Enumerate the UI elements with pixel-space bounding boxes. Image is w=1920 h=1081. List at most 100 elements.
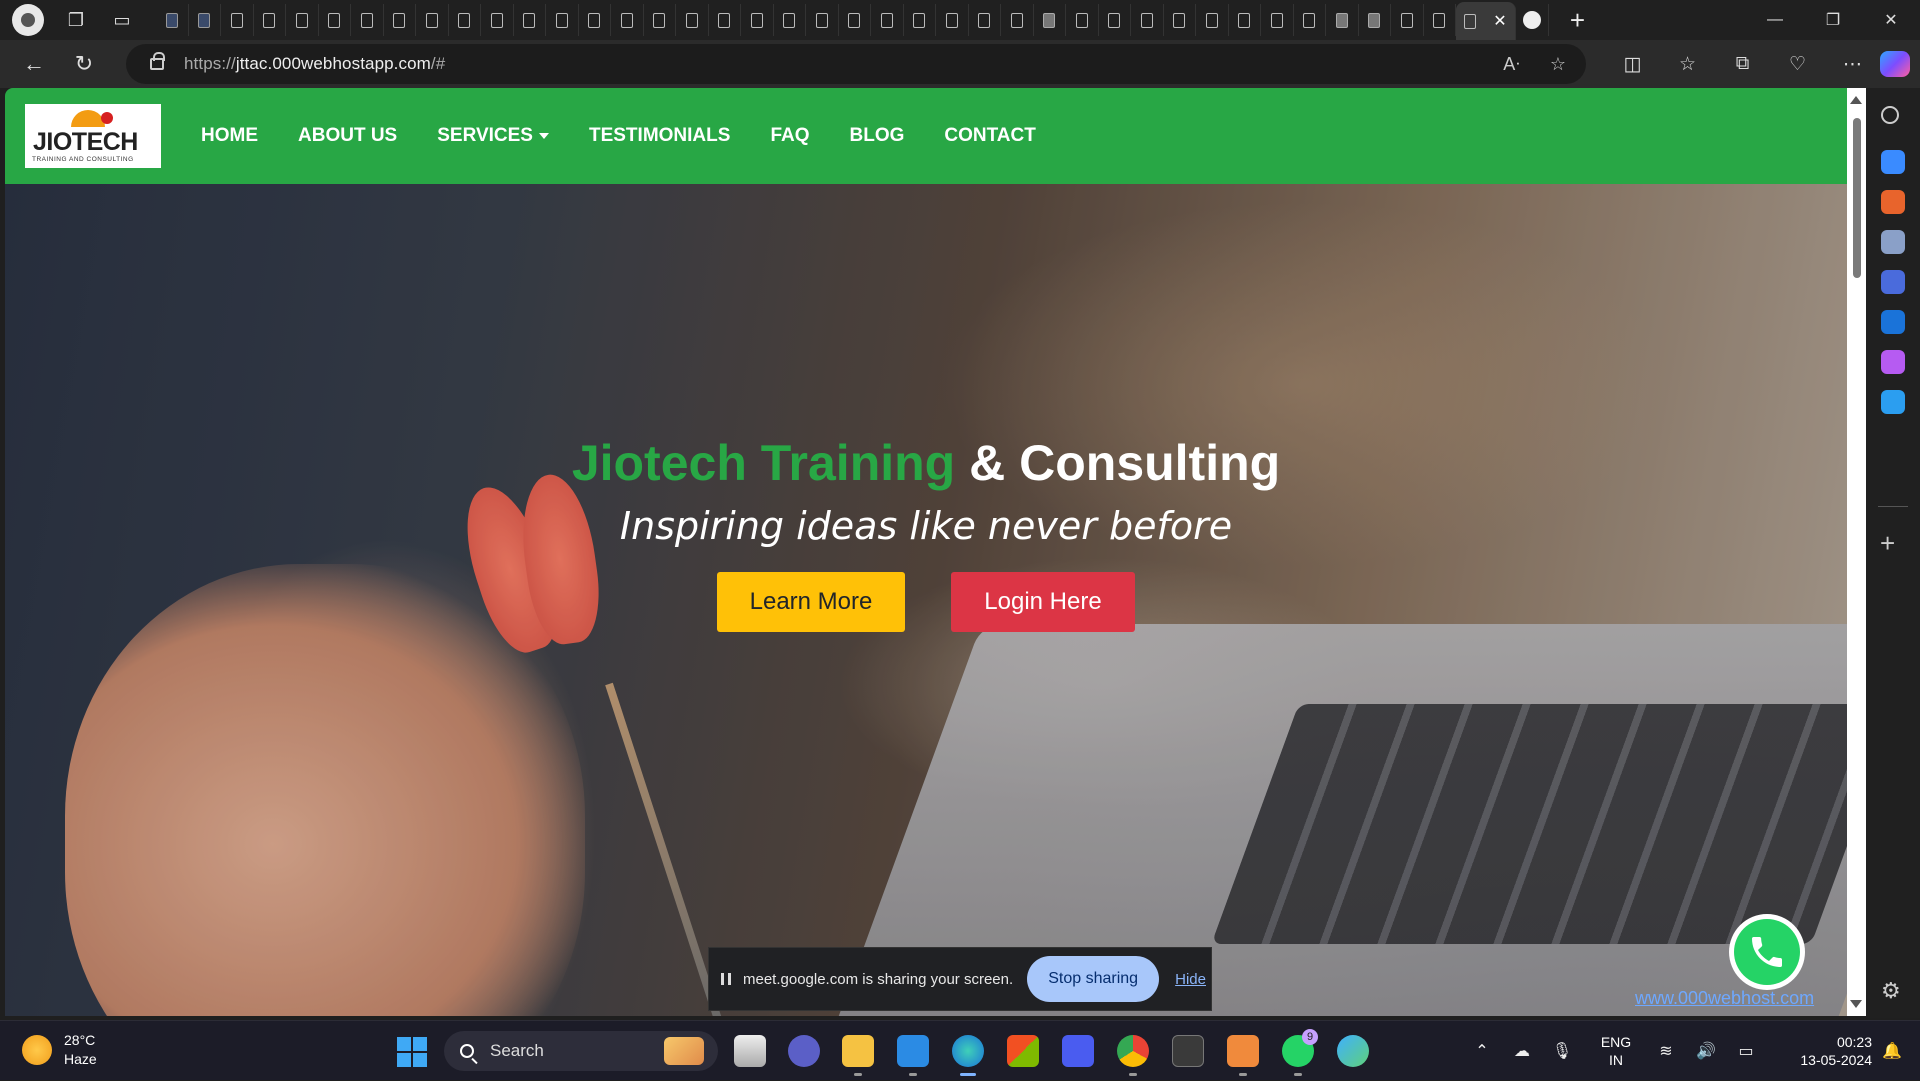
browser-tab[interactable] xyxy=(1326,4,1359,36)
menu-blog[interactable]: BLOG xyxy=(830,125,925,147)
browser-tab[interactable] xyxy=(319,4,351,36)
browser-tab[interactable] xyxy=(384,4,416,36)
start-button[interactable] xyxy=(397,1037,427,1067)
edge-icon[interactable] xyxy=(952,1035,984,1076)
active-browser-tab[interactable]: ✕ xyxy=(1456,2,1516,40)
site-logo[interactable]: JIOTECH TRAINING AND CONSULTING xyxy=(25,104,161,168)
close-window-button[interactable]: ✕ xyxy=(1862,0,1920,40)
github-tab[interactable] xyxy=(1516,4,1549,36)
browser-essentials-icon[interactable]: ♡ xyxy=(1770,53,1825,76)
browser-tab[interactable] xyxy=(579,4,611,36)
favorite-star-icon[interactable]: ☆ xyxy=(1550,54,1566,75)
tools-icon[interactable] xyxy=(1881,190,1905,214)
hide-link[interactable]: Hide xyxy=(1175,971,1206,988)
paint-icon[interactable] xyxy=(1337,1035,1369,1067)
learn-more-button[interactable]: Learn More xyxy=(717,572,905,632)
login-here-button[interactable]: Login Here xyxy=(951,572,1135,632)
stop-sharing-button[interactable]: Stop sharing xyxy=(1027,956,1160,1002)
xampp-icon[interactable] xyxy=(1227,1035,1259,1076)
browser-tab[interactable] xyxy=(904,4,936,36)
favorites-icon[interactable]: ☆ xyxy=(1660,53,1715,76)
onedrive-icon[interactable]: ☁ xyxy=(1502,1041,1542,1061)
copilot-icon[interactable] xyxy=(1880,51,1910,77)
refresh-button[interactable]: ↻ xyxy=(64,44,104,84)
search-icon[interactable] xyxy=(1881,106,1899,124)
browser-tab[interactable] xyxy=(1261,4,1294,36)
browser-tab[interactable] xyxy=(546,4,579,36)
browser-tab[interactable] xyxy=(1066,4,1099,36)
browser-tab[interactable] xyxy=(1034,4,1066,36)
menu-testimonials[interactable]: TESTIMONIALS xyxy=(569,125,750,147)
browser-tab[interactable] xyxy=(839,4,871,36)
profile-icon[interactable] xyxy=(12,4,44,36)
file-explorer-icon[interactable] xyxy=(842,1035,874,1076)
command-prompt-icon[interactable] xyxy=(1172,1035,1204,1067)
page-scrollbar[interactable] xyxy=(1847,88,1866,1016)
battery-icon[interactable]: ▭ xyxy=(1726,1041,1766,1061)
browser-tab[interactable] xyxy=(156,4,189,36)
minimize-button[interactable]: — xyxy=(1746,0,1804,40)
clock[interactable]: 00:23 13-05-2024 xyxy=(1792,1033,1872,1069)
browser-tab[interactable] xyxy=(351,4,384,36)
language-indicator[interactable]: ENG IN xyxy=(1586,1033,1646,1069)
browser-tab[interactable] xyxy=(644,4,676,36)
browser-tab[interactable] xyxy=(1391,4,1424,36)
scroll-up-arrow[interactable] xyxy=(1850,96,1862,104)
weather-widget[interactable]: 28°C Haze xyxy=(22,1031,97,1069)
tab-actions-icon[interactable]: ▭ xyxy=(108,6,136,34)
meet-icon[interactable] xyxy=(788,1035,820,1067)
url-field[interactable]: https://jttac.000webhostapp.com/# Aᐧ ☆ xyxy=(126,44,1586,84)
new-tab-button[interactable]: + xyxy=(1563,5,1593,36)
browser-tab[interactable] xyxy=(871,4,904,36)
browser-tab[interactable] xyxy=(1131,4,1164,36)
browser-tab[interactable] xyxy=(1001,4,1034,36)
browser-tab[interactable] xyxy=(1294,4,1326,36)
menu-faq[interactable]: FAQ xyxy=(750,125,829,147)
notification-bell-icon[interactable]: 🔔 xyxy=(1872,1041,1912,1061)
collections-icon[interactable]: ⧉ xyxy=(1715,53,1770,75)
microphone-icon[interactable]: 🎙 xyxy=(1542,1041,1582,1061)
scroll-down-arrow[interactable] xyxy=(1850,1000,1862,1008)
wifi-icon[interactable]: ≋ xyxy=(1646,1041,1686,1061)
drag-handle-icon[interactable] xyxy=(721,973,731,985)
browser-tab[interactable] xyxy=(1424,4,1456,36)
browser-tab[interactable] xyxy=(286,4,319,36)
back-button[interactable]: ← xyxy=(14,44,54,84)
taskbar-search[interactable]: Search xyxy=(444,1031,718,1071)
shopping-icon[interactable] xyxy=(1881,150,1905,174)
browser-tab[interactable] xyxy=(709,4,741,36)
close-tab-icon[interactable]: ✕ xyxy=(1493,11,1506,31)
gear-icon[interactable]: ⚙ xyxy=(1881,978,1901,1004)
menu-home[interactable]: HOME xyxy=(181,125,278,147)
menu-contact[interactable]: CONTACT xyxy=(924,125,1055,147)
task-view-icon[interactable] xyxy=(734,1035,766,1067)
browser-tab[interactable] xyxy=(189,4,221,36)
browser-tab[interactable] xyxy=(806,4,839,36)
chevron-up-icon[interactable]: ⌃ xyxy=(1462,1041,1502,1061)
menu-about-us[interactable]: ABOUT US xyxy=(278,125,417,147)
store-icon[interactable] xyxy=(1007,1035,1039,1067)
browser-tab[interactable] xyxy=(221,4,254,36)
microsoft-365-icon[interactable] xyxy=(1881,270,1905,294)
browser-tab[interactable] xyxy=(1196,4,1229,36)
url-text[interactable]: https://jttac.000webhostapp.com/# xyxy=(184,54,445,74)
browser-tab[interactable] xyxy=(741,4,774,36)
browser-tab[interactable] xyxy=(416,4,449,36)
outlook-icon[interactable] xyxy=(1881,310,1905,334)
browser-tab[interactable] xyxy=(254,4,286,36)
browser-tab[interactable] xyxy=(1359,4,1391,36)
send-icon[interactable] xyxy=(1881,390,1905,414)
add-icon[interactable]: + xyxy=(1880,528,1895,559)
browser-tab[interactable] xyxy=(1099,4,1131,36)
browser-tab[interactable] xyxy=(514,4,546,36)
menu-services[interactable]: SERVICES xyxy=(417,125,569,147)
more-menu-icon[interactable]: ⋯ xyxy=(1825,53,1880,76)
volume-icon[interactable]: 🔊 xyxy=(1686,1041,1726,1061)
browser-tab[interactable] xyxy=(936,4,969,36)
terminal-app-icon[interactable] xyxy=(1062,1035,1094,1067)
scroll-thumb[interactable] xyxy=(1853,118,1861,278)
browser-tab[interactable] xyxy=(774,4,806,36)
chrome-icon[interactable] xyxy=(1117,1035,1149,1076)
vscode-icon[interactable] xyxy=(897,1035,929,1076)
browser-tab[interactable] xyxy=(481,4,514,36)
